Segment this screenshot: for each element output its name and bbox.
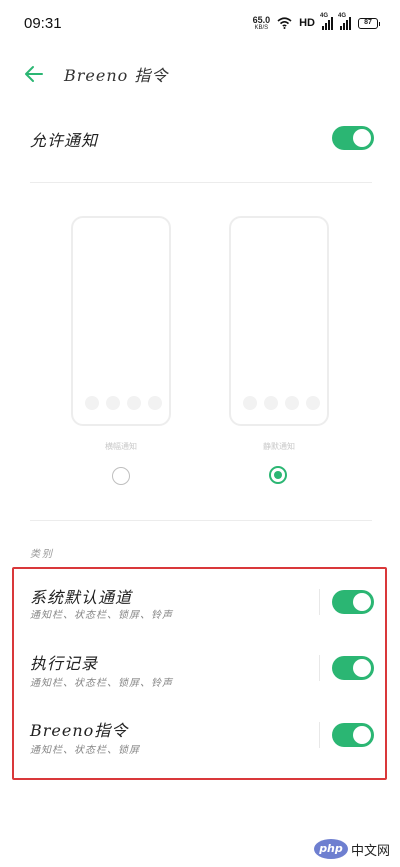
hd-indicator: HD: [299, 17, 315, 29]
back-arrow-icon[interactable]: [22, 62, 46, 86]
network-speed: 65.0 KB/S: [252, 14, 271, 31]
silent-radio[interactable]: [269, 466, 287, 484]
network-speed-value: 65.0: [252, 14, 271, 25]
category-item-sub: 通知栏、状态栏、锁屏、铃声: [30, 678, 173, 689]
signal-icon-sim2: 4G: [338, 13, 351, 30]
allow-notification-label: 允许通知: [30, 131, 99, 150]
signal-sim1-label: 4G: [320, 13, 329, 19]
silent-preview-caption: 静默通知: [263, 442, 295, 451]
system-default-channel-toggle[interactable]: [332, 590, 374, 614]
category-section-title: 类别: [30, 549, 54, 560]
network-speed-unit: KB/S: [254, 24, 269, 31]
status-bar: 09:31 65.0 KB/S HD 4G 4G 87: [0, 0, 400, 46]
breeno-command-toggle[interactable]: [332, 723, 374, 747]
status-icons: 65.0 KB/S HD 4G 4G 87: [252, 13, 380, 32]
execution-record-toggle[interactable]: [332, 656, 374, 680]
status-time: 09:31: [24, 15, 62, 32]
category-item-label: Breeno指令: [30, 721, 129, 740]
watermark-text: 中文网: [350, 843, 390, 859]
divider: [30, 182, 372, 183]
watermark-logo: php: [313, 839, 348, 859]
watermark: php 中文网: [313, 839, 390, 859]
category-item-sub: 通知栏、状态栏、锁屏、铃声: [30, 610, 173, 621]
category-item-label: 执行记录: [30, 654, 99, 673]
signal-sim2-label: 4G: [338, 13, 347, 19]
category-item-label: 系统默认通道: [30, 588, 133, 607]
page-title: Breeno 指令: [64, 66, 169, 85]
battery-icon: 87: [358, 17, 380, 29]
divider: [30, 520, 372, 521]
signal-icon-sim1: 4G: [320, 13, 333, 30]
banner-preview-phone[interactable]: [71, 216, 171, 426]
silent-preview-phone[interactable]: [229, 216, 329, 426]
banner-preview-caption: 横幅通知: [105, 442, 137, 451]
category-item-sub: 通知栏、状态栏、锁屏: [30, 745, 140, 756]
banner-radio[interactable]: [112, 467, 130, 485]
separator: [319, 655, 320, 681]
wifi-icon: [277, 17, 292, 29]
separator: [319, 722, 320, 748]
allow-notification-toggle[interactable]: [332, 126, 374, 150]
separator: [319, 589, 320, 615]
